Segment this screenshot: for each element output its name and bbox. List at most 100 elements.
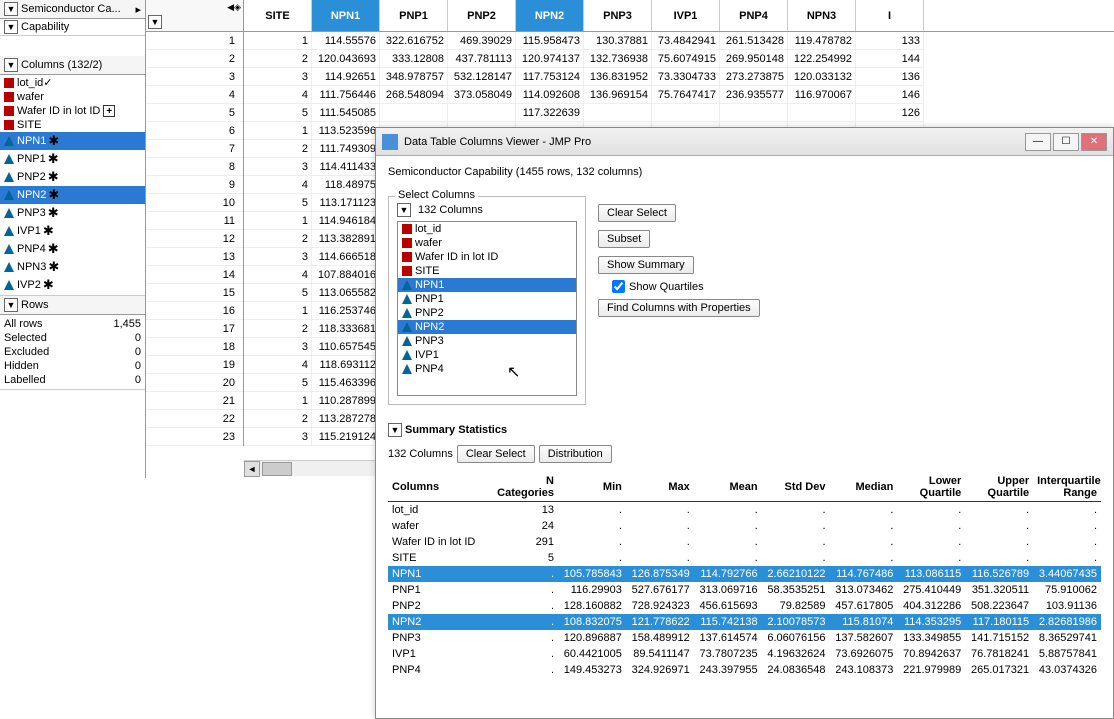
column-header[interactable]: PNP3 <box>584 0 652 31</box>
stats-header[interactable]: UpperQuartile <box>965 473 1033 502</box>
diamond-icon[interactable]: ◀◈ <box>227 2 241 13</box>
cell[interactable]: 136.831952 <box>584 68 652 86</box>
row-stat[interactable]: All rows1,455 <box>4 317 141 331</box>
row-stat[interactable]: Excluded0 <box>4 345 141 359</box>
cell[interactable]: 136 <box>856 68 924 86</box>
cell[interactable]: 322.616752 <box>380 32 448 50</box>
cell[interactable]: 261.513428 <box>720 32 788 50</box>
column-header[interactable]: PNP4 <box>720 0 788 31</box>
cell[interactable]: 117.753124 <box>516 68 584 86</box>
cell[interactable]: 110.287899 <box>312 392 380 410</box>
cell[interactable]: 132.736938 <box>584 50 652 68</box>
disclosure-triangle-icon[interactable]: ▼ <box>397 203 411 217</box>
cell[interactable]: 4 <box>244 356 312 374</box>
cell[interactable]: 114.666518 <box>312 248 380 266</box>
column-item[interactable]: NPN4✱ <box>0 294 145 295</box>
row-header[interactable]: 23 <box>146 428 243 446</box>
column-item[interactable]: lot_id ✓ <box>0 75 145 90</box>
cell[interactable]: 116.970067 <box>788 86 856 104</box>
cell[interactable]: 130.37881 <box>584 32 652 50</box>
cell[interactable]: 114.946184 <box>312 212 380 230</box>
stats-header[interactable]: Mean <box>694 473 762 502</box>
disclosure-triangle-icon[interactable]: ▼ <box>4 2 18 16</box>
cell[interactable]: 2 <box>244 410 312 428</box>
row-header[interactable]: 21 <box>146 392 243 410</box>
stats-row[interactable]: Wafer ID in lot ID291........ <box>388 534 1101 550</box>
row-header[interactable]: 6 <box>146 122 243 140</box>
row-header[interactable]: 14 <box>146 266 243 284</box>
row-header[interactable]: 20 <box>146 374 243 392</box>
cell[interactable]: 5 <box>244 104 312 122</box>
row-header[interactable]: 4 <box>146 86 243 104</box>
panel-expand-icon[interactable]: ▸ <box>135 3 141 16</box>
stats-row[interactable]: SITE5........ <box>388 550 1101 566</box>
cell[interactable]: 119.478782 <box>788 32 856 50</box>
columns-header[interactable]: ▼ Columns (132/2) <box>0 56 145 75</box>
cell[interactable]: 113.523596 <box>312 122 380 140</box>
column-item[interactable]: wafer <box>0 90 145 104</box>
grid-corner[interactable]: ▼ ◀◈ <box>146 0 244 32</box>
cell[interactable]: 115.219124 <box>312 428 380 446</box>
row-header[interactable]: 7 <box>146 140 243 158</box>
disclosure-triangle-icon[interactable]: ▼ <box>4 298 18 312</box>
column-header[interactable]: NPN3 <box>788 0 856 31</box>
cell[interactable]: 113.171123 <box>312 194 380 212</box>
cell[interactable]: 111.756446 <box>312 86 380 104</box>
cell[interactable]: 469.39029 <box>448 32 516 50</box>
stats-header[interactable]: Max <box>626 473 694 502</box>
cell[interactable]: 111.749309 <box>312 140 380 158</box>
columns-list[interactable]: lot_id ✓waferWafer ID in lot ID+SITENPN1… <box>0 75 145 295</box>
listbox-item[interactable]: wafer <box>398 236 576 250</box>
cell[interactable]: 73.4842941 <box>652 32 720 50</box>
cell[interactable]: 114.411433 <box>312 158 380 176</box>
show-summary-button[interactable]: Show Summary <box>598 256 694 274</box>
stats-row[interactable]: NPN1.105.785843126.875349114.7927662.662… <box>388 566 1101 582</box>
stats-row[interactable]: PNP1.116.29903527.676177313.06971658.353… <box>388 582 1101 598</box>
cell[interactable]: 268.548094 <box>380 86 448 104</box>
row-header[interactable]: 15 <box>146 284 243 302</box>
table-name-header[interactable]: ▼ Semiconductor Ca... ▸ <box>0 0 145 19</box>
listbox-item[interactable]: Wafer ID in lot ID <box>398 250 576 264</box>
cell[interactable]: 114.55576 <box>312 32 380 50</box>
cell[interactable]: 1 <box>244 212 312 230</box>
distribution-button[interactable]: Distribution <box>539 445 612 463</box>
column-item[interactable]: NPN2✱ <box>0 186 145 204</box>
row-header[interactable]: 10 <box>146 194 243 212</box>
cell[interactable]: 3 <box>244 158 312 176</box>
cell[interactable]: 3 <box>244 68 312 86</box>
cell[interactable] <box>380 104 448 122</box>
disclosure-triangle-icon[interactable]: ▼ <box>148 15 162 29</box>
cell[interactable]: 115.958473 <box>516 32 584 50</box>
row-header[interactable]: 22 <box>146 410 243 428</box>
row-header[interactable]: 9 <box>146 176 243 194</box>
cell[interactable]: 113.382891 <box>312 230 380 248</box>
cell[interactable]: 144 <box>856 50 924 68</box>
cell[interactable]: 120.974137 <box>516 50 584 68</box>
row-header[interactable]: 19 <box>146 356 243 374</box>
row-header[interactable]: 3 <box>146 68 243 86</box>
column-header[interactable]: SITE <box>244 0 312 31</box>
cell[interactable] <box>652 104 720 122</box>
stats-row[interactable]: PNP2.128.160882728.924323456.61569379.82… <box>388 598 1101 614</box>
cell[interactable]: 236.935577 <box>720 86 788 104</box>
subset-button[interactable]: Subset <box>598 230 650 248</box>
row-header[interactable]: 13 <box>146 248 243 266</box>
column-item[interactable]: PNP1✱ <box>0 150 145 168</box>
row-header[interactable]: 2 <box>146 50 243 68</box>
listbox-item[interactable]: NPN2 <box>398 320 576 334</box>
column-header[interactable]: NPN2 <box>516 0 584 31</box>
cell[interactable]: 117.322639 <box>516 104 584 122</box>
cell[interactable]: 1 <box>244 32 312 50</box>
column-item[interactable]: NPN1✱ <box>0 132 145 150</box>
disclosure-triangle-icon[interactable]: ▼ <box>4 58 18 72</box>
find-columns-button[interactable]: Find Columns with Properties <box>598 299 760 317</box>
row-header[interactable]: 11 <box>146 212 243 230</box>
cell[interactable] <box>584 104 652 122</box>
row-stat[interactable]: Selected0 <box>4 331 141 345</box>
stats-header[interactable]: InterquartileRange <box>1033 473 1101 502</box>
cell[interactable]: 348.978757 <box>380 68 448 86</box>
cell[interactable]: 2 <box>244 320 312 338</box>
cell[interactable]: 136.969154 <box>584 86 652 104</box>
rows-header[interactable]: ▼ Rows <box>0 296 145 315</box>
row-header[interactable]: 17 <box>146 320 243 338</box>
